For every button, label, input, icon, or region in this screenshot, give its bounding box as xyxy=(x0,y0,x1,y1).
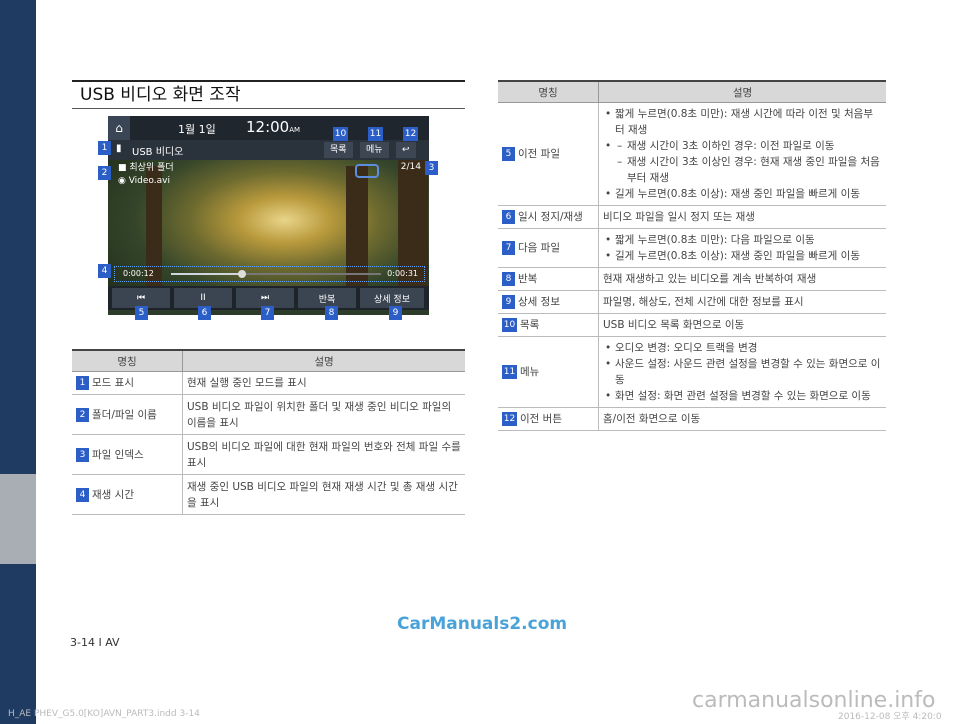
table-row: 12 이전 버튼 홈/이전 화면으로 이동 xyxy=(498,407,886,431)
callout-4: 4 xyxy=(98,264,111,278)
table-row: 11메뉴 오디오 변경: 오디오 트랙을 변경 사운드 설정: 사운드 관련 설… xyxy=(498,336,886,408)
page-footer: 3-14 I AV xyxy=(70,636,120,649)
pause-button[interactable]: II xyxy=(174,288,232,308)
callout-3: 3 xyxy=(425,161,438,175)
sidebar-gray-block xyxy=(0,474,36,564)
progress-fill xyxy=(171,273,243,275)
file-index: 2/14 xyxy=(400,162,421,172)
callout-7: 7 xyxy=(261,306,274,320)
status-date: 1월 1일 xyxy=(178,123,216,136)
table-row: 6 일시 정지/재생 비디오 파일을 일시 정지 또는 재생 xyxy=(498,205,886,229)
status-clock: 12:00AM xyxy=(246,118,301,136)
progress-area[interactable]: 0:00:12 0:00:31 xyxy=(114,266,425,282)
folder-file-name: ■ 최상위 폴더 ◉ Video.avi xyxy=(118,162,174,188)
callout-8: 8 xyxy=(325,306,338,320)
usb-video-screen: ⌂ 1월 1일 12:00AM ▮ USB 비디오 목록 메뉴 ↩ ■ 최상위 … xyxy=(108,116,429,315)
back-button[interactable]: ↩ xyxy=(396,142,416,158)
previous-button[interactable]: ⏮ xyxy=(112,288,170,308)
print-slug-file: H_AE PHEV_G5.0[KO]AVN_PART3.indd 3-14 xyxy=(8,709,200,719)
left-description-table: 명칭 설명 1 모드 표시 현재 실행 중인 모드를 표시 2 폴더/파일 이름 U… xyxy=(72,349,465,515)
repeat-button[interactable]: 반복 xyxy=(298,288,356,308)
elapsed-time: 0:00:12 xyxy=(123,269,154,278)
callout-11: 11 xyxy=(368,127,383,141)
folder-name: 최상위 폴더 xyxy=(129,163,174,173)
header-description: 설명 xyxy=(182,349,465,372)
page-title: USB 비디오 화면 조작 xyxy=(72,80,465,109)
callout-5: 5 xyxy=(135,306,148,320)
page-title-text: USB 비디오 화면 조작 xyxy=(80,85,241,105)
table-row: 3 파일 인덱스 USB의 비디오 파일에 대한 현재 파일의 번호와 전체 파일… xyxy=(72,434,465,475)
folder-icon: ■ xyxy=(118,163,130,173)
right-description-table: 명칭 설명 5이전 파일 짧게 누르면(0.8초 미만): 재생 시간에 따라 … xyxy=(498,80,886,431)
print-slug-date: 2016-12-08 오후 4:20:0 xyxy=(838,712,942,722)
table-row: 2 폴더/파일 이름 USB 비디오 파일이 위치한 폴더 및 재생 중인 비디오… xyxy=(72,394,465,435)
table-row: 10 목록 USB 비디오 목록 화면으로 이동 xyxy=(498,313,886,337)
callout-6: 6 xyxy=(198,306,211,320)
table-row: 7다음 파일 짧게 누르면(0.8초 미만): 다음 파일으로 이동 길게 누르… xyxy=(498,228,886,268)
repeat-indicator-icon xyxy=(355,164,379,178)
menu-button[interactable]: 메뉴 xyxy=(360,142,389,158)
home-icon[interactable]: ⌂ xyxy=(108,116,130,140)
progress-knob[interactable] xyxy=(238,270,247,278)
watermark: CarManuals2.com xyxy=(397,614,568,634)
table-row: 9 상세 정보 파일명, 해상도, 전체 시간에 대한 정보를 표시 xyxy=(498,290,886,314)
table-row: 5이전 파일 짧게 누르면(0.8초 미만): 재생 시간에 따라 이전 및 처… xyxy=(498,102,886,206)
next-button[interactable]: ⏭ xyxy=(236,288,294,308)
list-button[interactable]: 목록 xyxy=(324,142,353,158)
usb-icon: ▮ xyxy=(116,143,122,154)
tree-trunk xyxy=(346,166,368,306)
mode-title: USB 비디오 xyxy=(132,147,184,158)
callout-10: 10 xyxy=(333,127,348,141)
left-color-bar xyxy=(0,0,36,724)
header-description: 설명 xyxy=(598,80,886,103)
callout-1: 1 xyxy=(98,141,111,155)
progress-bar[interactable] xyxy=(171,270,381,278)
callout-2: 2 xyxy=(98,166,111,180)
table-row: 4 재생 시간 재생 중인 USB 비디오 파일의 현재 재생 시간 및 총 재생… xyxy=(72,474,465,515)
header-name: 명칭 xyxy=(498,80,599,103)
file-icon: ◉ xyxy=(118,176,129,186)
total-time: 0:00:31 xyxy=(387,269,418,278)
header-name: 명칭 xyxy=(72,349,183,372)
callout-12: 12 xyxy=(403,127,418,141)
table-row: 8 반복 현재 재생하고 있는 비디오를 계속 반복하여 재생 xyxy=(498,267,886,291)
file-name: Video.avi xyxy=(128,176,170,186)
table-row: 1 모드 표시 현재 실행 중인 모드를 표시 xyxy=(72,371,465,395)
info-button[interactable]: 상세 정보 xyxy=(360,288,424,308)
title-bar: ▮ USB 비디오 목록 메뉴 ↩ xyxy=(108,140,429,160)
callout-9: 9 xyxy=(389,306,402,320)
